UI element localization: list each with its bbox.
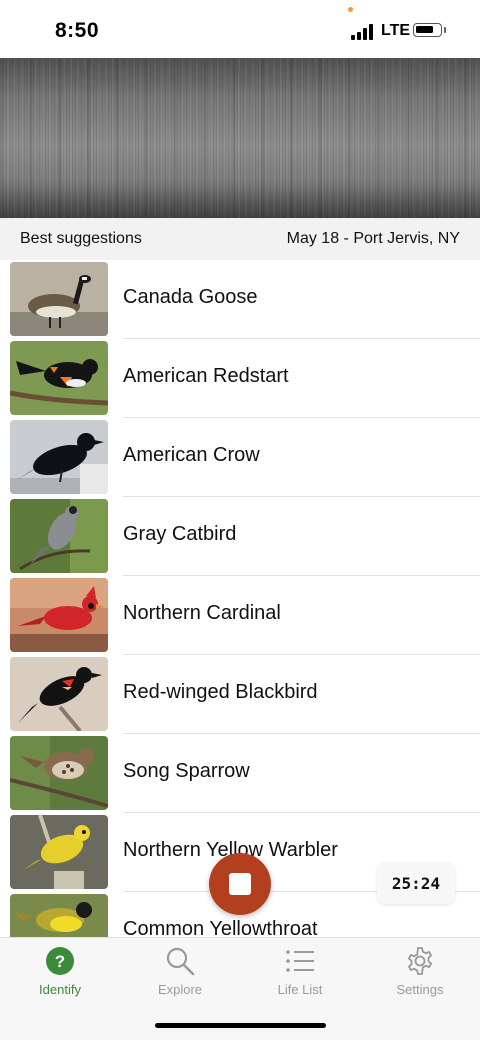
stop-recording-button[interactable]	[209, 853, 271, 915]
tab-label: Life List	[277, 982, 323, 997]
timer-text: 25:24	[391, 874, 441, 893]
search-icon	[166, 947, 195, 976]
bird-name: Song Sparrow	[123, 760, 250, 782]
svg-text:?: ?	[55, 952, 65, 971]
network-type-label: LTE	[381, 22, 411, 39]
bird-photo-northern-cardinal	[10, 578, 108, 652]
tab-label: Identify	[39, 982, 81, 997]
bird-photo-canada-goose	[10, 262, 108, 336]
status-bar: 8:50 LTE	[0, 0, 480, 58]
spectrogram[interactable]	[0, 58, 480, 218]
bird-photo-american-redstart	[10, 341, 108, 415]
bird-name: Northern Cardinal	[123, 602, 281, 624]
bird-row-song-sparrow[interactable]: Song Sparrow	[0, 734, 480, 813]
bird-row-gray-catbird[interactable]: Gray Catbird	[0, 497, 480, 576]
recording-timer: 25:24	[377, 862, 455, 904]
gear-icon	[407, 947, 433, 975]
bird-row-red-winged-blackbird[interactable]: Red-winged Blackbird	[0, 655, 480, 734]
bird-photo-northern-yellow-warbler	[10, 815, 108, 889]
suggestions-header: Best suggestions May 18 - Port Jervis, N…	[0, 218, 480, 260]
bird-row-canada-goose[interactable]: Canada Goose	[0, 260, 480, 339]
bird-name: Canada Goose	[123, 286, 258, 308]
bird-row-american-redstart[interactable]: American Redstart	[0, 339, 480, 418]
tab-life-list[interactable]: Life List	[240, 938, 360, 1008]
tab-label: Settings	[396, 982, 444, 997]
stop-icon	[229, 873, 251, 895]
bird-photo-common-yellowthroat	[10, 894, 108, 937]
best-suggestions-label: Best suggestions	[20, 230, 142, 247]
bird-name: American Redstart	[123, 365, 289, 387]
battery-icon	[413, 23, 442, 37]
bird-row-american-crow[interactable]: American Crow	[0, 418, 480, 497]
tab-explore[interactable]: Explore	[120, 938, 240, 1008]
bird-photo-gray-catbird	[10, 499, 108, 573]
bird-photo-song-sparrow	[10, 736, 108, 810]
status-time: 8:50	[55, 19, 100, 42]
tab-settings[interactable]: Settings	[360, 938, 480, 1008]
bird-photo-american-crow	[10, 420, 108, 494]
question-circle-icon: ?	[46, 947, 74, 975]
tab-identify[interactable]: ? Identify	[0, 938, 120, 1008]
bird-name: Common Yellowthroat	[123, 918, 318, 937]
bird-name: American Crow	[123, 444, 260, 466]
bird-row-northern-cardinal[interactable]: Northern Cardinal	[0, 576, 480, 655]
tab-label: Explore	[157, 982, 203, 997]
bird-photo-red-winged-blackbird	[10, 657, 108, 731]
bird-name: Gray Catbird	[123, 523, 237, 545]
bird-suggestion-list[interactable]: Canada Goose American Redstart American …	[0, 260, 480, 937]
signal-strength-icon	[351, 24, 375, 40]
list-icon	[286, 950, 314, 972]
home-indicator[interactable]	[155, 1023, 326, 1028]
privacy-indicator-dot	[348, 7, 353, 12]
date-location-label: May 18 - Port Jervis, NY	[286, 230, 460, 247]
bird-name: Red-winged Blackbird	[123, 681, 318, 703]
